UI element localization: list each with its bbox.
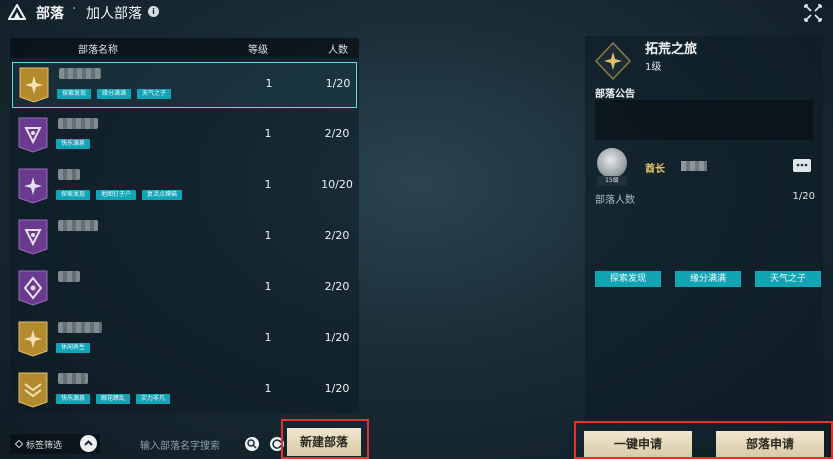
tribe-row[interactable]: 快乐源泉 眼花缭乱 实力非凡 1 1/20	[12, 368, 357, 414]
tribe-level: 1	[264, 178, 272, 191]
tribe-name-redacted	[58, 220, 98, 231]
tribe-member-count: 10/20	[321, 178, 353, 191]
tribe-level: 1	[265, 77, 273, 90]
leader-role: 酋长	[645, 164, 665, 175]
diamond-icon	[14, 439, 24, 449]
tag-filter-label: 标签筛选	[26, 441, 63, 451]
tribe-level: 1	[264, 382, 272, 395]
tribe-row[interactable]: 1 2/20	[12, 215, 357, 261]
tribe-tags: 探索发现 缘分满满 天气之子	[57, 89, 172, 99]
tribe-emblem-icon	[595, 42, 631, 80]
tribe-level: 1	[264, 229, 272, 242]
tribe-name-redacted	[58, 169, 80, 180]
tribe-name-redacted	[58, 271, 80, 282]
tribe-member-count: 2/20	[324, 280, 350, 293]
tribe-member-count: 2/20	[324, 229, 350, 242]
tribe-name-redacted	[59, 68, 101, 79]
tribe-emblem-icon	[18, 270, 48, 306]
tribe-row[interactable]: 快乐源泉 1 2/20	[12, 113, 357, 159]
column-members-header: 人数	[328, 45, 348, 56]
tag-filter-button[interactable]: 标签筛选	[10, 434, 100, 454]
tribe-detail-panel: 拓荒之旅 1级 部落公告 15级 酋长 部落人数 1/20 探索发现 缘分满满 …	[585, 36, 823, 421]
tribe-level: 1	[264, 280, 272, 293]
tribe-member-count: 1/20	[324, 331, 350, 344]
notice-box	[595, 100, 813, 140]
title-separator: ·	[72, 1, 77, 17]
chevron-up-icon[interactable]	[80, 435, 97, 452]
detail-tag: 缘分满满	[675, 271, 741, 287]
tribe-emblem-icon	[18, 321, 48, 357]
tribe-emblem-icon	[18, 219, 48, 255]
tribe-row[interactable]: 探索发现 地图钉子户 复活点蹲猫 1 10/20	[12, 164, 357, 210]
close-icon[interactable]	[802, 2, 824, 24]
page-title: 部落	[36, 6, 64, 22]
tribe-tag: 快乐源泉	[56, 394, 91, 404]
column-level-header: 等级	[248, 45, 268, 56]
detail-tag: 天气之子	[755, 271, 821, 287]
tribe-tag: 探索发现	[57, 89, 92, 99]
tribe-tag: 实力非凡	[136, 394, 171, 404]
tribe-tag: 快乐源泉	[56, 139, 91, 149]
member-count-value: 1/20	[792, 191, 815, 202]
tribe-tag: 探索发现	[56, 190, 91, 200]
leader-name-redacted	[681, 161, 707, 171]
tribe-emblem-icon	[18, 117, 48, 153]
tribe-name-redacted	[58, 322, 102, 333]
tribe-tags: 探索发现 地图钉子户 复活点蹲猫	[56, 190, 183, 200]
tribe-emblem-icon	[18, 168, 48, 204]
list-header: 部落名称 等级 人数	[10, 38, 359, 58]
tribe-name: 拓荒之旅	[645, 42, 698, 57]
tribe-level: 1	[264, 331, 272, 344]
tribe-logo-icon	[8, 4, 26, 20]
tribe-apply-button[interactable]: 部落申请	[716, 431, 824, 457]
detail-tags: 探索发现 缘分满满 天气之子	[595, 271, 821, 287]
tribe-tags: 休闲养生	[56, 343, 91, 353]
tribe-tags: 快乐源泉 眼花缭乱 实力非凡	[56, 394, 171, 404]
tribe-member-count: 2/20	[324, 127, 350, 140]
detail-tag: 探索发现	[595, 271, 661, 287]
tribe-tags: 快乐源泉	[56, 139, 91, 149]
tribe-list-panel: 部落名称 等级 人数 探索发现 缘分满满 天气之子 1 1/20 快乐源泉 1 …	[10, 38, 359, 413]
notice-label: 部落公告	[595, 89, 635, 100]
leader-level-badge: 15级	[597, 176, 627, 186]
info-icon[interactable]: i	[148, 6, 159, 17]
column-name-header: 部落名称	[78, 45, 118, 56]
tribe-level: 1	[264, 127, 272, 140]
create-tribe-button[interactable]: 新建部落	[287, 428, 361, 456]
tribe-row[interactable]: 1 2/20	[12, 266, 357, 312]
tribe-tag: 复活点蹲猫	[142, 190, 183, 200]
top-bar: 部落 · 加人部落 i	[0, 0, 833, 26]
tribe-emblem-icon	[18, 372, 48, 408]
page-subtitle: 加人部落	[86, 6, 142, 22]
tribe-row[interactable]: 探索发现 缘分满满 天气之子 1 1/20	[12, 62, 357, 108]
tribe-member-count: 1/20	[325, 77, 351, 90]
member-count-label: 部落人数	[595, 195, 635, 206]
chat-icon[interactable]	[793, 159, 811, 172]
tribe-member-count: 1/20	[324, 382, 350, 395]
avatar[interactable]	[597, 148, 627, 178]
tribe-emblem-icon	[19, 67, 49, 103]
tribe-tag: 缘分满满	[97, 89, 132, 99]
tribe-tag: 休闲养生	[56, 343, 91, 353]
tribe-tag: 地图钉子户	[96, 190, 137, 200]
search-input[interactable]: 输入部落名字搜索	[140, 437, 220, 452]
tribe-level: 1级	[645, 62, 662, 73]
tribe-tag: 天气之子	[137, 89, 172, 99]
tribe-tag: 眼花缭乱	[96, 394, 131, 404]
refresh-icon[interactable]	[270, 437, 284, 451]
one-click-apply-button[interactable]: 一键申请	[584, 431, 692, 457]
tribe-name-redacted	[58, 118, 98, 129]
tribe-row[interactable]: 休闲养生 1 1/20	[12, 317, 357, 363]
tribe-name-redacted	[58, 373, 88, 384]
search-icon[interactable]	[245, 437, 259, 451]
